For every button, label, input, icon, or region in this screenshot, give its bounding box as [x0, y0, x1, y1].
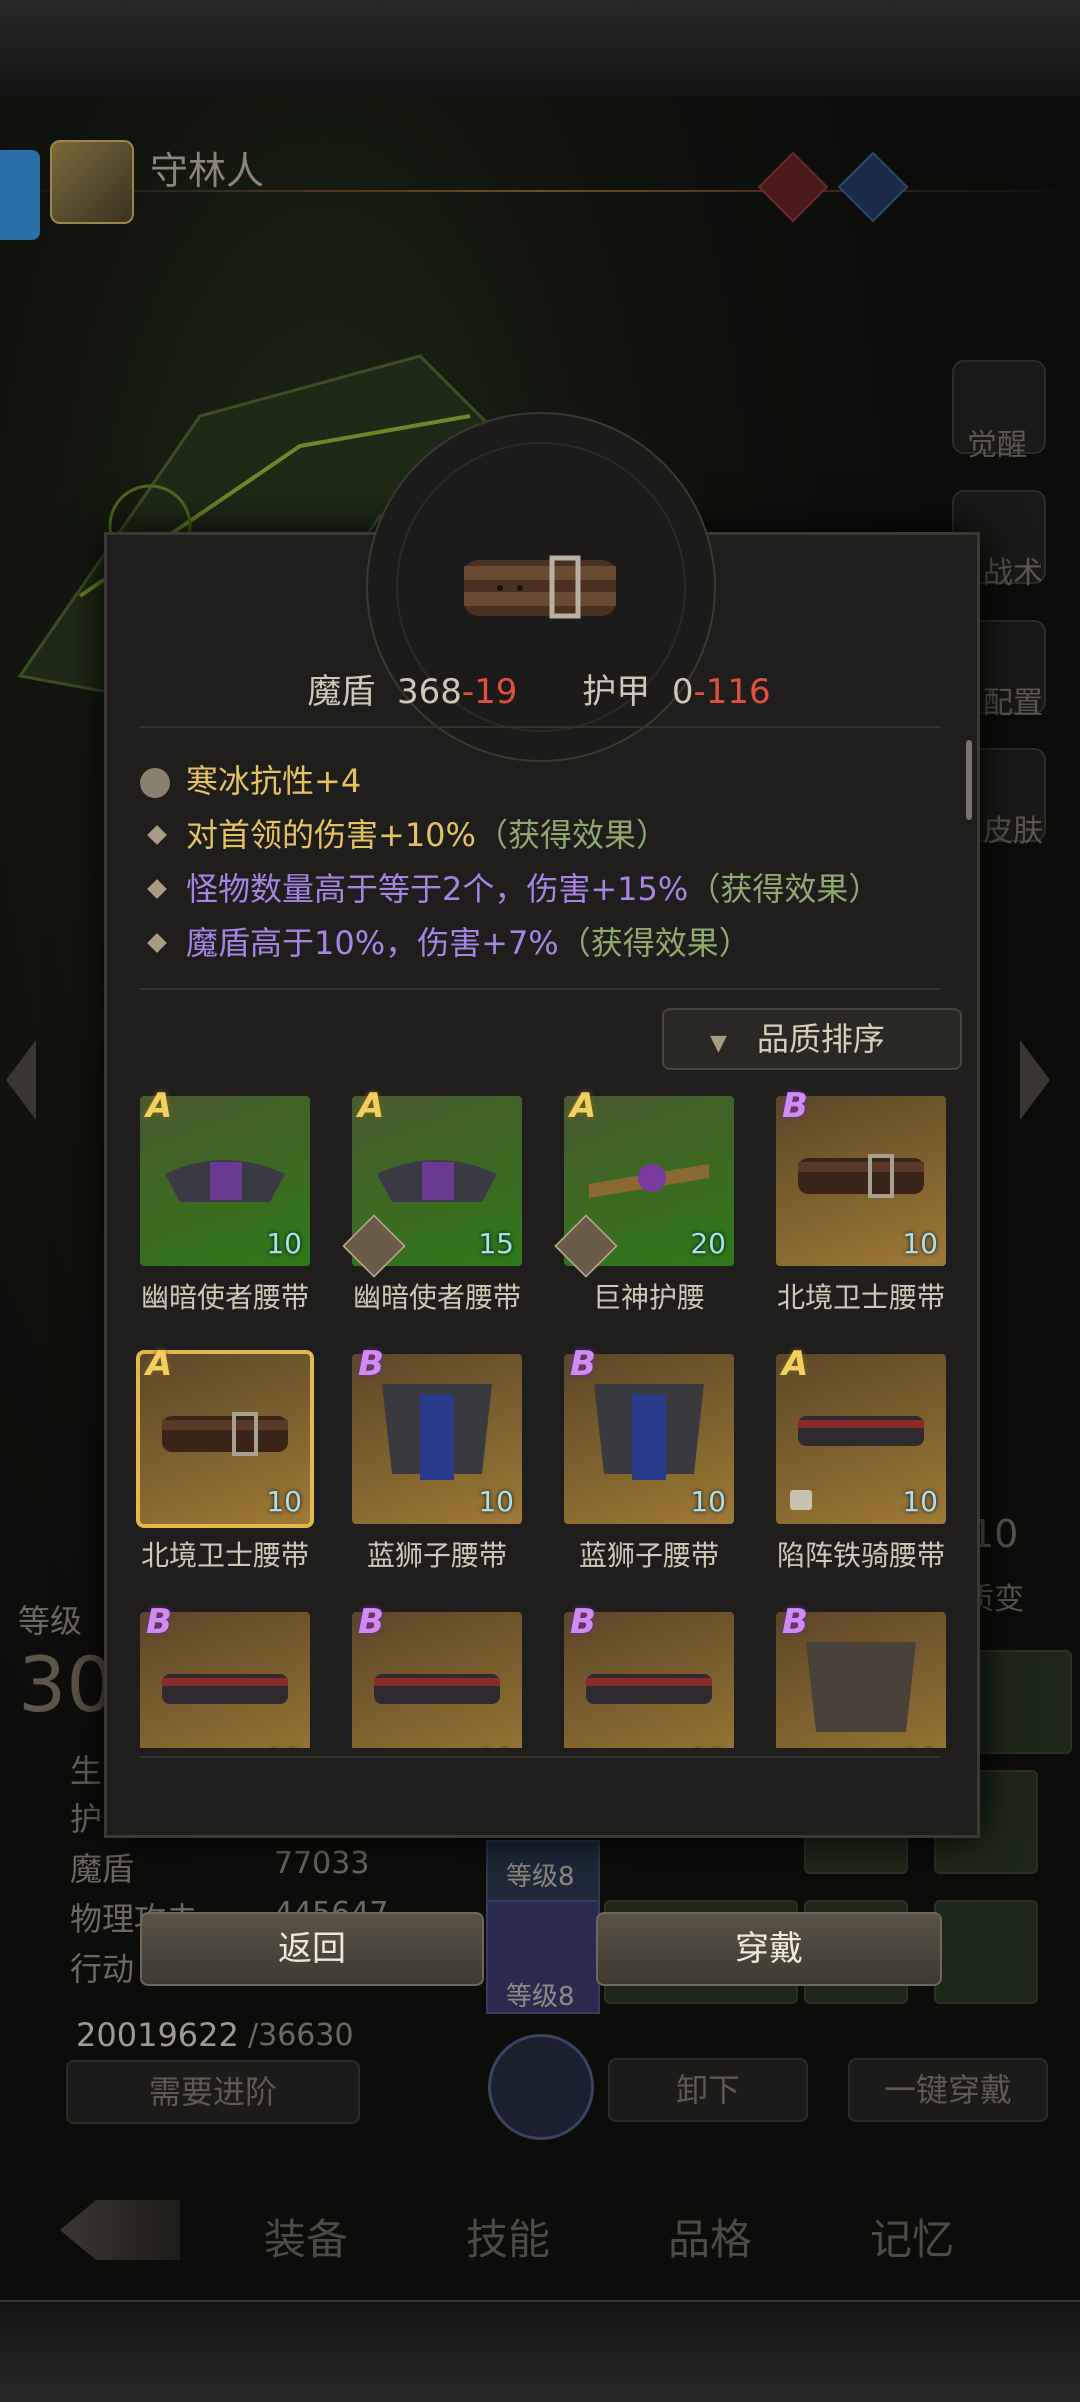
- diamond-bullet-icon: [147, 933, 167, 953]
- event-icon[interactable]: [0, 150, 40, 240]
- back-button[interactable]: 返回: [140, 1912, 484, 1986]
- affix-line: 对首领的伤害+10%（获得效果）: [140, 810, 668, 856]
- side-menu-skin[interactable]: 皮肤: [968, 806, 1058, 850]
- side-menu-awaken[interactable]: 觉醒: [952, 420, 1042, 464]
- item-name: 陷阵铁骑腰带: [776, 1539, 945, 1572]
- affix-scrollbar[interactable]: [966, 740, 972, 820]
- divider: [140, 988, 940, 990]
- stat-shield-value: 77033: [274, 1846, 370, 1881]
- item-name: 蓝狮子腰带: [366, 1539, 507, 1572]
- tab-skills[interactable]: 技能: [466, 2206, 550, 2267]
- affix-line: 魔盾高于10%，伤害+7%（获得效果）: [140, 918, 751, 964]
- item-card[interactable]: B10: [352, 1344, 522, 1524]
- bottom-frame-bar: [0, 2300, 1080, 2402]
- item-card-selected[interactable]: A 10: [136, 1344, 314, 1528]
- stat-shield-delta: -19: [461, 672, 518, 712]
- affix-line: 怪物数量高于等于2个，伤害+15%（获得效果）: [140, 864, 880, 910]
- item-name: 北境卫士腰带: [776, 1281, 945, 1314]
- equip-button[interactable]: 穿戴: [596, 1912, 942, 1986]
- slot-level-2: 等级8: [506, 1982, 575, 2012]
- class-emblem-icon: [50, 140, 134, 224]
- prev-arrow-icon[interactable]: [6, 1040, 36, 1120]
- lock-icon: [140, 768, 170, 798]
- item-name: 幽暗使者腰带: [352, 1281, 521, 1314]
- item-card[interactable]: A 15: [342, 1086, 522, 1278]
- exp-current: 20019622: [76, 2016, 239, 2054]
- slot-level-1: 等级8: [506, 1862, 575, 1892]
- affix-line: 寒冰抗性+4: [140, 756, 361, 802]
- item-name: 巨神护腰: [592, 1281, 705, 1314]
- divider: [140, 1756, 940, 1758]
- stat-shield-label: 魔盾: [70, 1850, 135, 1888]
- diamond-bullet-icon: [147, 825, 167, 845]
- item-name: 北境卫士腰带: [140, 1539, 309, 1572]
- item-card[interactable]: A 10: [140, 1086, 310, 1266]
- item-grid: A 10 幽暗使者腰带 A 15 幽暗使者腰带 A 20 巨神护腰 B 10 北境卫士腰…: [104, 1080, 974, 1748]
- divider: [140, 726, 940, 728]
- level-label: 等级: [18, 1602, 83, 1640]
- quality-sort-button[interactable]: ▼ 品质排序: [662, 1008, 962, 1070]
- item-stats-row: 魔盾 368-19 护甲 0-116: [104, 664, 974, 713]
- item-card[interactable]: B10: [564, 1602, 734, 1748]
- unequip-button[interactable]: 卸下: [608, 2058, 808, 2122]
- stat-hp-label: 生: [70, 1752, 103, 1790]
- tab-character[interactable]: 品格: [668, 2206, 752, 2267]
- item-name: 蓝狮子腰带: [578, 1539, 719, 1572]
- hero-avatar-icon: [554, 1214, 618, 1278]
- item-card[interactable]: B10: [140, 1602, 310, 1748]
- stat-armor-delta: -116: [693, 672, 771, 712]
- dropdown-triangle-icon: ▼: [710, 1031, 727, 1056]
- need-advance-button[interactable]: 需要进阶: [66, 2060, 360, 2124]
- diamond-bullet-icon: [147, 879, 167, 899]
- item-card[interactable]: B10: [564, 1344, 734, 1524]
- class-name: 守林人: [150, 149, 265, 193]
- stat-speed-label: 行动: [70, 1950, 135, 1988]
- equip-all-button[interactable]: 一键穿戴: [848, 2058, 1048, 2122]
- stat-armor-label: 护: [70, 1800, 103, 1838]
- stat-armor-value: 0: [671, 672, 694, 712]
- exp-total: /36630: [248, 2018, 354, 2053]
- item-card[interactable]: B10: [352, 1602, 522, 1748]
- hero-avatar-icon: [342, 1214, 406, 1278]
- tab-equipment[interactable]: 装备: [264, 2206, 348, 2267]
- stat-armor-label: 护甲: [582, 672, 651, 712]
- item-card[interactable]: A 20: [554, 1086, 734, 1278]
- lock-icon: [790, 1490, 812, 1510]
- anvil-icon[interactable]: [488, 2034, 594, 2140]
- side-menu-config[interactable]: 配置: [968, 678, 1058, 722]
- item-card[interactable]: A 10: [776, 1344, 946, 1524]
- selected-belt-icon: [464, 555, 616, 619]
- next-arrow-icon[interactable]: [1020, 1040, 1050, 1120]
- tab-memory[interactable]: 记忆: [870, 2206, 954, 2267]
- side-menu-tactics[interactable]: 战术: [968, 548, 1058, 592]
- item-card[interactable]: B10: [776, 1086, 946, 1266]
- item-card[interactable]: B10: [776, 1602, 946, 1748]
- level-value: 30: [18, 1640, 115, 1729]
- stat-shield-value: 368: [396, 672, 462, 712]
- item-name: 幽暗使者腰带: [140, 1281, 309, 1314]
- stat-shield-label: 魔盾: [307, 672, 376, 712]
- top-frame-bar: [0, 0, 1080, 98]
- equipment-slot[interactable]: [968, 1650, 1072, 1754]
- equipment-slot[interactable]: [934, 1900, 1038, 2004]
